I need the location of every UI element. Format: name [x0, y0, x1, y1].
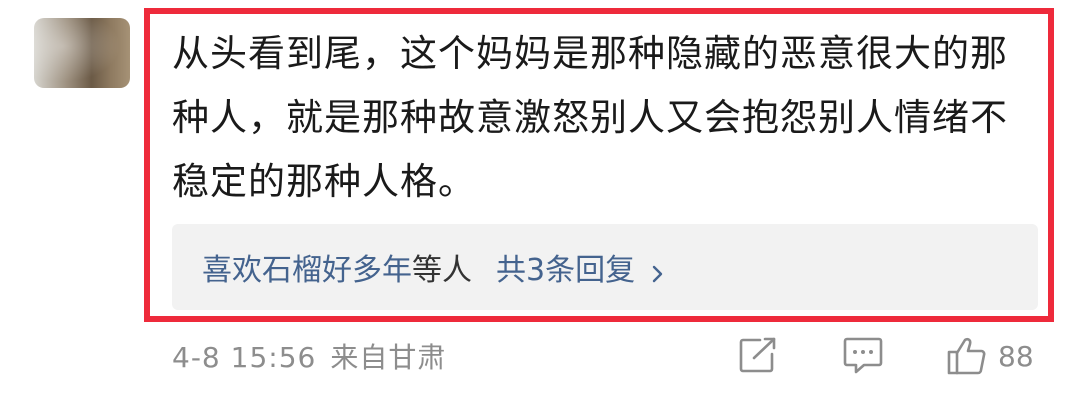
like-button[interactable]: 88	[946, 336, 1034, 376]
reply-count-link[interactable]: 共3条回复	[496, 245, 635, 289]
comment-icon	[842, 336, 884, 376]
reply-user-link[interactable]: 喜欢石榴好多年	[202, 245, 412, 289]
thumbs-up-icon	[946, 336, 988, 376]
share-edit-icon	[738, 336, 778, 374]
comment-meta: 4-8 15:56 来自甘肃	[172, 336, 446, 376]
like-count: 88	[998, 339, 1034, 373]
comment-location: 来自甘肃	[330, 341, 447, 374]
share-button[interactable]	[738, 336, 778, 374]
replies-preview[interactable]: 喜欢石榴好多年 等人 共3条回复	[172, 224, 1038, 310]
comment-text: 从头看到尾，这个妈妈是那种隐藏的恶意很大的那种人，就是那种故意激怒别人又会抱怨别…	[172, 32, 1008, 203]
reply-suffix: 等人	[412, 253, 472, 288]
comment-date: 4-8 15:56	[172, 341, 317, 374]
comment-button[interactable]	[842, 336, 884, 376]
chevron-right-icon	[647, 257, 667, 283]
avatar[interactable]	[34, 18, 130, 88]
